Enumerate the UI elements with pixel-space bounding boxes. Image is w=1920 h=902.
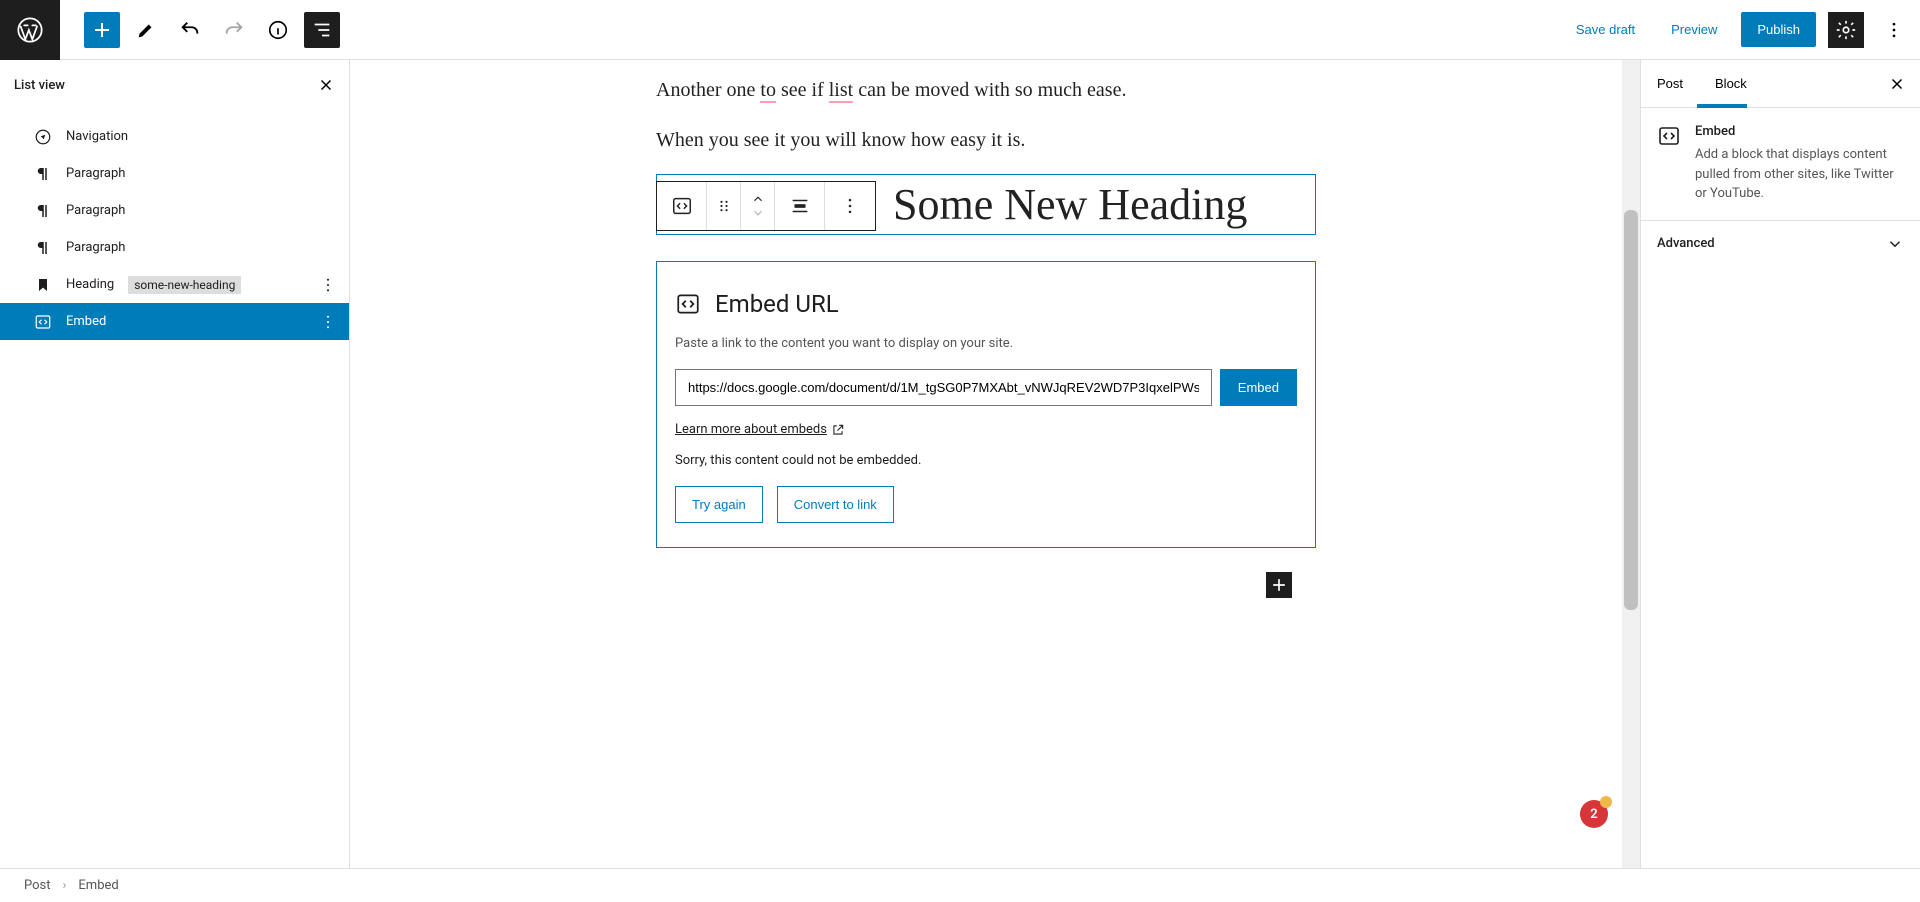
drag-handle[interactable] (707, 182, 741, 230)
editor-top-bar: Save draft Preview Publish (0, 0, 1920, 60)
paragraph-block[interactable]: When you see it you will know how easy i… (656, 124, 1316, 156)
list-item-heading[interactable]: Heading some-new-heading (0, 266, 349, 303)
paragraph-block[interactable]: Another one to see if list can be moved … (656, 74, 1316, 106)
embed-block-title: Embed URL (715, 290, 839, 318)
block-type-button[interactable] (657, 182, 707, 230)
editor-canvas[interactable]: Another one to see if list can be moved … (350, 60, 1622, 868)
undo-button[interactable] (172, 12, 208, 48)
breadcrumb-item[interactable]: Embed (78, 878, 118, 893)
embed-error-message: Sorry, this content could not be embedde… (675, 453, 1297, 468)
close-list-view-button[interactable] (317, 76, 335, 94)
list-item-anchor-tag: some-new-heading (128, 276, 241, 294)
embed-icon (675, 291, 701, 317)
block-more-button[interactable] (825, 182, 875, 230)
edit-tool-button[interactable] (128, 12, 164, 48)
list-item-paragraph[interactable]: Paragraph (0, 155, 349, 192)
list-item-label: Heading (66, 277, 114, 292)
compass-icon (34, 128, 52, 146)
list-item-label: Navigation (66, 129, 128, 144)
embed-url-input[interactable] (675, 369, 1212, 406)
embed-block[interactable]: Embed URL Paste a link to the content yo… (656, 261, 1316, 548)
embed-description: Paste a link to the content you want to … (675, 336, 1297, 351)
list-view-button[interactable] (304, 12, 340, 48)
paragraph-icon (34, 202, 52, 220)
breadcrumb-item[interactable]: Post (24, 878, 51, 893)
inspector-block-description: Add a block that displays content pulled… (1695, 145, 1904, 204)
move-down-button[interactable] (751, 206, 765, 220)
settings-button[interactable] (1828, 12, 1864, 48)
close-inspector-button[interactable] (1874, 60, 1920, 107)
list-item-label: Paragraph (66, 166, 125, 181)
breadcrumb: Post › Embed (0, 868, 1920, 902)
list-item-paragraph[interactable]: Paragraph (0, 192, 349, 229)
list-view-panel: List view Navigation Paragraph Paragraph… (0, 60, 350, 868)
block-toolbar (656, 181, 876, 231)
heading-icon (34, 277, 52, 293)
list-item-options-button[interactable] (319, 276, 337, 294)
notification-badge[interactable]: 2 (1580, 800, 1608, 828)
top-tools (60, 12, 340, 48)
list-view-title: List view (14, 78, 65, 93)
list-view-items: Navigation Paragraph Paragraph Paragraph… (0, 110, 349, 868)
paragraph-icon (34, 165, 52, 183)
add-block-after-button[interactable] (1266, 572, 1292, 598)
info-button[interactable] (260, 12, 296, 48)
spellcheck-mark: to (760, 79, 776, 103)
paragraph-icon (34, 239, 52, 257)
save-draft-button[interactable]: Save draft (1564, 14, 1647, 45)
tab-block[interactable]: Block (1699, 60, 1763, 107)
try-again-button[interactable]: Try again (675, 486, 763, 523)
redo-button[interactable] (216, 12, 252, 48)
list-item-paragraph[interactable]: Paragraph (0, 229, 349, 266)
move-up-button[interactable] (751, 192, 765, 206)
chevron-right-icon: › (63, 878, 67, 893)
more-options-button[interactable] (1876, 12, 1912, 48)
list-item-label: Paragraph (66, 203, 125, 218)
inspector-advanced-section[interactable]: Advanced (1641, 220, 1920, 267)
convert-to-link-button[interactable]: Convert to link (777, 486, 894, 523)
canvas-scrollbar[interactable] (1622, 60, 1640, 868)
align-button[interactable] (775, 182, 825, 230)
heading-block[interactable]: Some New Heading (656, 174, 1316, 235)
list-item-label: Paragraph (66, 240, 125, 255)
embed-submit-button[interactable]: Embed (1220, 369, 1297, 406)
preview-button[interactable]: Preview (1659, 14, 1729, 45)
inspector-block-name: Embed (1695, 124, 1904, 139)
embed-icon (34, 313, 52, 331)
top-bar-left (0, 0, 340, 59)
tab-post[interactable]: Post (1641, 60, 1699, 107)
publish-button[interactable]: Publish (1741, 12, 1816, 47)
inspector-panel: Post Block Embed Add a block that displa… (1640, 60, 1920, 868)
list-item-label: Embed (66, 314, 106, 329)
list-item-options-button[interactable] (319, 313, 337, 331)
chevron-down-icon (1886, 235, 1904, 253)
add-block-button[interactable] (84, 12, 120, 48)
embed-icon (1657, 124, 1681, 148)
wordpress-logo[interactable] (0, 0, 60, 60)
learn-more-link[interactable]: Learn more about embeds (675, 422, 845, 437)
list-item-navigation[interactable]: Navigation (0, 118, 349, 155)
move-buttons (741, 182, 775, 230)
top-bar-right: Save draft Preview Publish (1564, 12, 1920, 48)
spellcheck-mark: list (829, 79, 853, 103)
list-item-embed[interactable]: Embed (0, 303, 349, 340)
